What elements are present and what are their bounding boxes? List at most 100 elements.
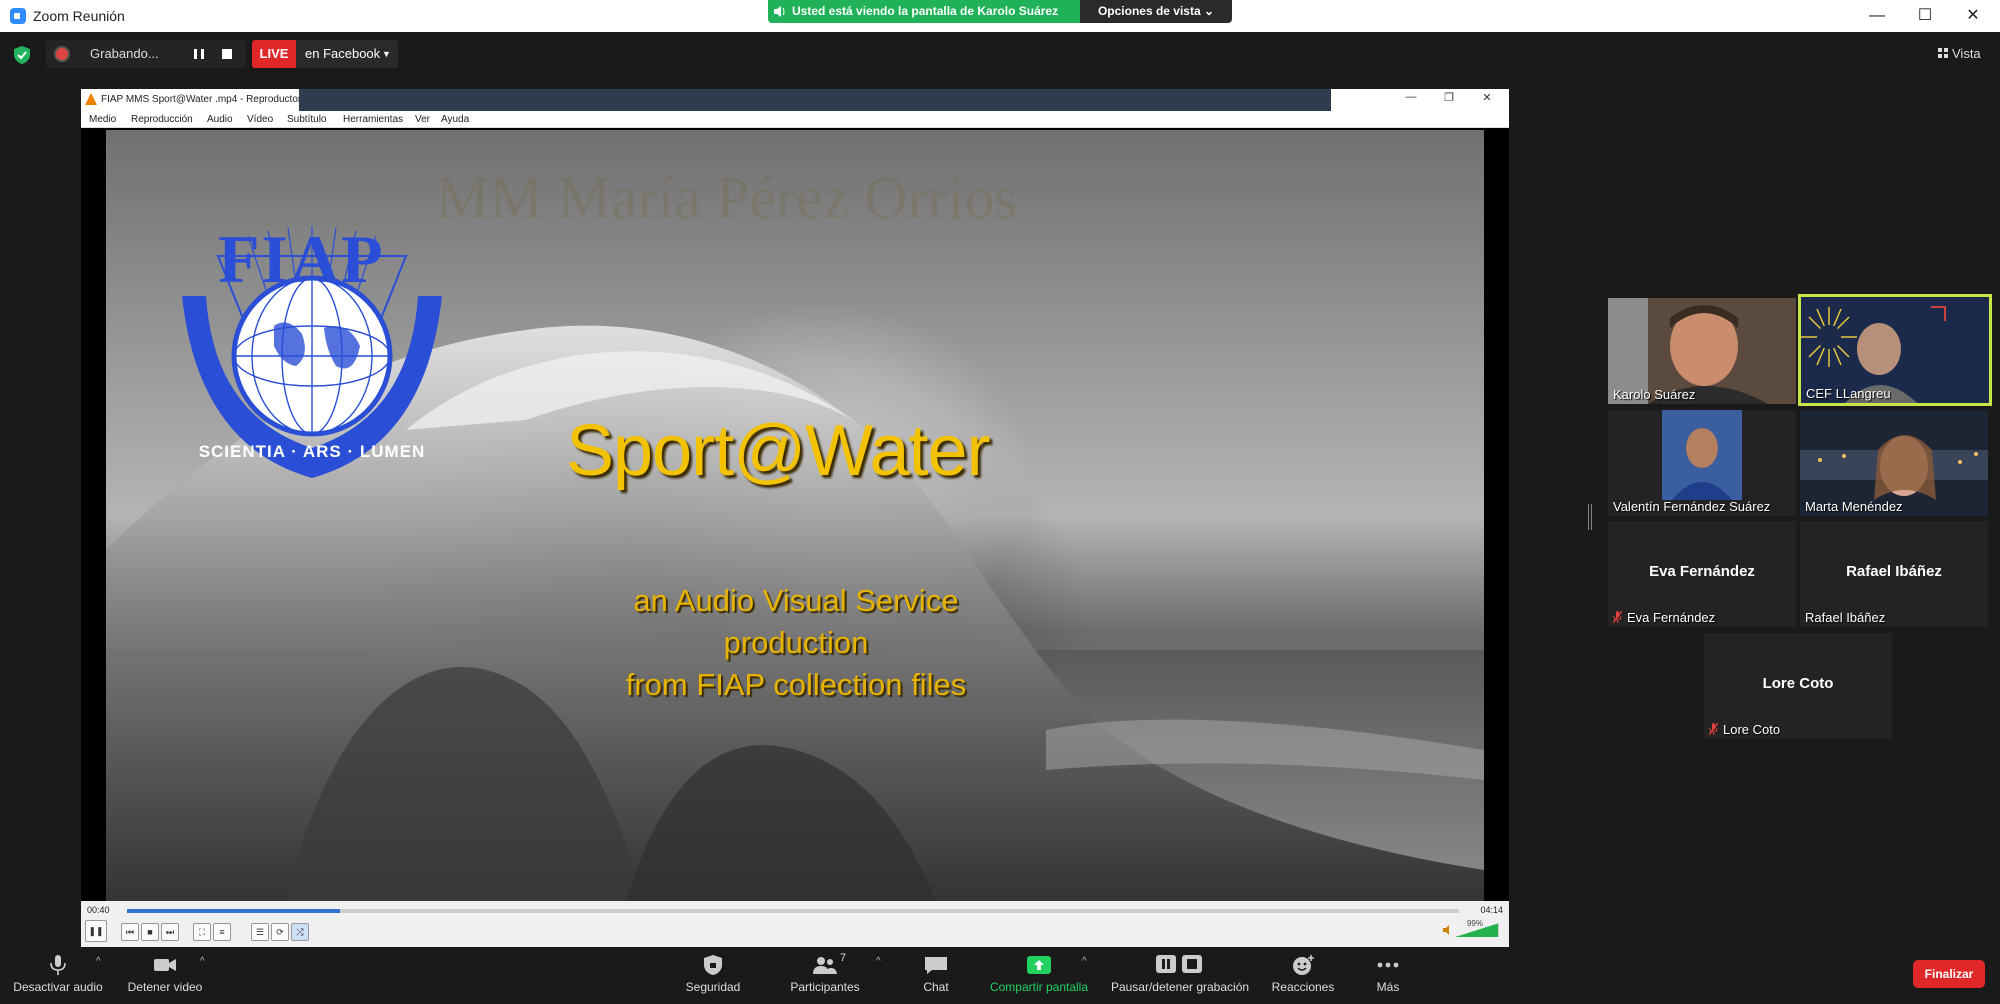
share-banner-text: Usted está viendo la pantalla de Karolo … [792,4,1059,18]
view-label: Vista [1952,46,1981,61]
reactions-label: Reacciones [1271,980,1335,994]
menu-audio[interactable]: Audio [207,114,233,125]
menu-reproduccion[interactable]: Reproducción [131,114,193,125]
shared-screen: FIAP MMS Sport@Water .mp4 - Reproductor … [81,89,1509,947]
menu-ayuda[interactable]: Ayuda [441,114,469,125]
participant-name: Karolo Suárez [1613,387,1696,402]
more-dots-icon [1377,962,1399,968]
meeting-toolbar: Desactivar audio ^ Detener video ^ Segur… [0,948,2000,1004]
menu-ver[interactable]: Ver [415,114,430,125]
zoom-app-icon [10,8,26,24]
volume-percent: 99% [1466,919,1483,928]
vlc-restore-button[interactable]: ❐ [1431,91,1467,109]
share-options-caret[interactable]: ^ [1082,956,1087,967]
participants-count: 7 [840,952,847,964]
share-overlay-bar [299,89,1331,111]
security-shield-icon[interactable] [14,46,30,64]
participant-tile-eva[interactable]: Eva Fernández Eva Fernández [1608,521,1796,627]
mute-label: Desactivar audio [13,980,103,994]
participant-tile-rafael[interactable]: Rafael Ibáñez Rafael Ibáñez [1800,521,1988,627]
fullscreen-button[interactable]: ⛶ [193,923,211,941]
video-camera-icon [154,959,176,971]
maximize-button[interactable]: ☐ [1902,0,1948,32]
chat-label: Chat [923,980,949,994]
gallery-resize-handle[interactable] [1588,504,1592,530]
recording-dot-icon [56,48,68,60]
slide-headline: Sport@Water [566,411,991,491]
participant-tile-lore[interactable]: Lore Coto Lore Coto [1704,633,1892,739]
more-button[interactable]: Más [1366,948,1410,1004]
participants-icon [813,957,837,974]
live-destination-label: en Facebook [305,46,381,61]
video-frame: MM María Pérez Orrios FIAP SCIENTIA · AR… [106,130,1484,901]
speaker-icon [774,6,785,17]
security-shield-icon [704,955,722,975]
vlc-window-title: FIAP MMS Sport@Water .mp4 - Reproductor [101,94,302,105]
stop-button[interactable]: ■ [141,923,159,941]
recording-indicator: Grabando... [46,40,246,68]
stop-recording-icon[interactable] [222,49,232,59]
participant-name-row: Eva Fernández [1613,610,1715,625]
participant-name: Rafael Ibáñez [1805,610,1886,625]
participant-tile-valentin[interactable]: Valentín Fernández Suárez [1608,410,1796,516]
participant-tile-karolo[interactable]: Karolo Suárez [1608,298,1796,404]
share-screen-button[interactable]: Compartir pantalla [982,948,1096,1004]
vlc-cone-icon [85,93,97,105]
participant-name-row: Lore Coto [1709,722,1780,737]
playlist-button[interactable]: ☰ [251,923,269,941]
view-options-dropdown[interactable]: Opciones de vista ⌄ [1080,0,1232,23]
seek-bar[interactable] [127,909,1459,913]
participants-options-caret[interactable]: ^ [876,956,881,967]
vlc-minimize-button[interactable]: — [1393,91,1429,109]
reactions-button[interactable]: Reacciones [1264,948,1342,1004]
participant-name: Valentín Fernández Suárez [1613,499,1771,514]
vlc-close-button[interactable]: ✕ [1469,91,1505,109]
live-destination-dropdown[interactable]: en Facebook ▼ [296,40,398,68]
participants-button[interactable]: Participantes 7 [780,948,870,1004]
record-label: Pausar/detener grabación [1110,980,1250,994]
slide-subline: an Audio Visual Service production from … [576,580,1016,706]
chat-button[interactable]: Chat [906,948,966,1004]
more-label: Más [1376,980,1400,994]
vlc-menubar: Medio Reproducción Audio Vídeo Subtítulo… [81,111,1509,128]
loop-button[interactable]: ⟳ [271,923,289,941]
stop-video-button[interactable]: Detener video [120,948,210,1004]
faded-author-title: MM María Pérez Orrios [436,165,1018,231]
chevron-down-icon: ⌄ [1203,4,1215,18]
vlc-controls: 00:40 04:14 ❚❚ ⏮ ■ ⏭ ⛶ ≡ ☰ ⟳ ⤮ 99% [81,901,1509,947]
menu-subtitulo[interactable]: Subtítulo [287,114,326,125]
participants-label: Participantes [790,980,860,994]
view-button[interactable]: Vista [1938,46,1981,61]
live-badge: LIVE [252,40,296,68]
grid-icon [1938,48,1948,58]
window-title: Zoom Reunión [33,8,125,24]
next-button[interactable]: ⏭ [161,923,179,941]
participant-name: Eva Fernández [1627,610,1716,625]
caret-down-icon: ▼ [382,49,391,59]
menu-medio[interactable]: Medio [89,114,116,125]
menu-herramientas[interactable]: Herramientas [343,114,403,125]
fiap-motto: SCIENTIA · ARS · LUMEN [198,442,426,461]
extended-settings-button[interactable]: ≡ [213,923,231,941]
close-button[interactable]: ✕ [1950,0,1996,32]
share-screen-label: Compartir pantalla [989,980,1089,994]
participant-tile-marta[interactable]: Marta Menéndez [1800,410,1988,516]
menu-video[interactable]: Vídeo [247,114,273,125]
participant-tile-cef-llangreu[interactable]: CEF LLangreu [1798,294,1992,406]
recording-label: Grabando... [90,46,159,61]
mute-button[interactable]: Desactivar audio [8,948,108,1004]
pause-recording-icon[interactable] [194,49,204,59]
pause-button[interactable]: ❚❚ [85,920,107,942]
window-titlebar: Zoom Reunión Usted está viendo la pantal… [0,0,2000,32]
total-time: 04:14 [1480,905,1503,915]
pause-stop-recording-button[interactable]: Pausar/detener grabación [1104,948,1256,1004]
security-button[interactable]: Seguridad [676,948,750,1004]
previous-button[interactable]: ⏮ [121,923,139,941]
minimize-button[interactable]: — [1854,0,1900,32]
end-meeting-button[interactable]: Finalizar [1913,960,1985,988]
video-options-caret[interactable]: ^ [200,956,205,967]
participant-display-name: Lore Coto [1762,675,1834,692]
audio-options-caret[interactable]: ^ [96,956,101,967]
seek-progress [127,909,341,913]
shuffle-button[interactable]: ⤮ [291,923,309,941]
